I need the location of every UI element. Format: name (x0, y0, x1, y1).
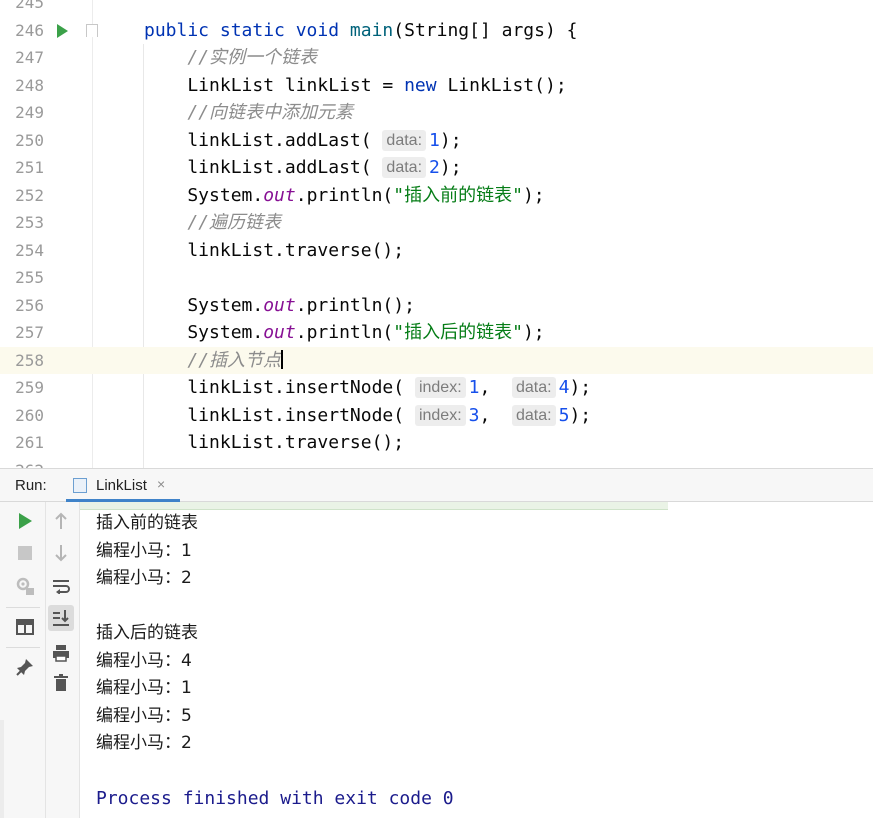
code-text: //实例一个链表 (187, 47, 318, 68)
code-text: linkList.insertNode( index: 1, data: 4); (144, 377, 592, 398)
code-text: System.out.println(); (144, 294, 415, 316)
trash-icon[interactable] (48, 670, 74, 696)
down-arrow-icon[interactable] (48, 540, 74, 566)
code-line[interactable]: 262 (0, 457, 873, 469)
console-line: 编程小马：2 (96, 568, 192, 588)
exit-message: Process finished with exit code 0 (96, 788, 454, 809)
line-number: 249 (15, 103, 44, 122)
run-tab-label: LinkList (96, 477, 147, 494)
method-fold-icon[interactable] (86, 24, 98, 37)
console-output[interactable]: 插入前的链表 编程小马：1 编程小马：2 插入后的链表 编程小马：4 编程小马：1 编程小马… (80, 502, 873, 818)
code-text: public static void main(String[] args) { (144, 19, 578, 41)
run-label: Run: (15, 477, 47, 494)
code-line[interactable]: 252 System.out.println("插入前的链表"); (0, 182, 873, 210)
pin-icon[interactable] (12, 654, 38, 680)
line-number: 254 (15, 240, 44, 260)
console-line: 插入前的链表 (96, 513, 198, 533)
line-number: 261 (15, 433, 44, 452)
line-number: 259 (15, 378, 44, 397)
left-edge-strip (0, 720, 4, 818)
layout-icon[interactable] (12, 614, 38, 640)
code-line[interactable]: 254 linkList.traverse(); (0, 237, 873, 265)
code-line[interactable]: 253 //遍历链表 (0, 209, 873, 237)
code-text: linkList.addLast( data: 1); (144, 129, 462, 151)
code-line[interactable]: 249 //向链表中添加元素 (0, 99, 873, 127)
line-number: 252 (15, 185, 44, 205)
console-hidden-line (80, 502, 668, 510)
rerun-icon[interactable] (12, 508, 38, 534)
class-file-icon (73, 478, 87, 493)
line-number: 250 (15, 130, 44, 150)
code-text: //插入节点 (187, 349, 283, 371)
toolbar-separator (6, 607, 40, 608)
code-line[interactable]: 251 linkList.addLast( data: 2); (0, 154, 873, 182)
code-line[interactable]: 246 public static void main(String[] args… (0, 17, 873, 45)
line-number: 255 (15, 268, 44, 287)
code-line[interactable]: 256 System.out.println(); (0, 292, 873, 320)
code-line[interactable]: 247 //实例一个链表 (0, 44, 873, 72)
code-text: linkList.insertNode( index: 3, data: 5); (144, 404, 592, 426)
close-tab-icon[interactable]: × (157, 476, 165, 492)
code-line[interactable]: 258 //插入节点 (0, 346, 873, 374)
console-toolbar (46, 502, 80, 818)
code-line[interactable]: 255 (0, 264, 873, 292)
code-line[interactable]: 257 System.out.println("插入后的链表"); (0, 319, 873, 347)
line-number: 258 (15, 350, 44, 370)
settings-icon[interactable] (12, 573, 38, 599)
code-text: LinkList linkList = new LinkList(); (144, 74, 567, 96)
code-text: //向链表中添加元素 (187, 102, 354, 123)
line-number: 245 (15, 0, 44, 12)
code-text: //遍历链表 (187, 212, 282, 233)
line-number: 253 (15, 213, 44, 232)
console-line: 编程小马：1 (96, 540, 192, 561)
code-text: linkList.traverse(); (144, 432, 405, 453)
toolbar-separator (6, 647, 40, 648)
code-text: System.out.println("插入前的链表"); (144, 184, 545, 206)
soft-wrap-icon[interactable] (48, 573, 74, 599)
up-arrow-icon[interactable] (48, 508, 74, 534)
console-line: 编程小马：4 (96, 650, 192, 671)
line-number: 246 (15, 20, 44, 40)
code-line[interactable]: 248 LinkList linkList = new LinkList(); (0, 72, 873, 100)
scroll-to-end-icon[interactable] (48, 605, 74, 631)
line-number: 251 (15, 158, 44, 177)
console-line: 编程小马：1 (96, 678, 192, 698)
line-number: 247 (15, 48, 44, 67)
line-number: 257 (15, 323, 44, 342)
console-line: 编程小马：5 (96, 705, 192, 726)
line-number: 262 (0, 457, 44, 469)
line-number: 248 (15, 75, 44, 95)
run-tool-window-header: Run: LinkList × (0, 468, 873, 502)
run-main-icon[interactable] (57, 24, 68, 38)
run-tab-linklist[interactable]: LinkList × (66, 469, 180, 502)
code-text: linkList.traverse(); (144, 239, 405, 261)
line-number: 256 (15, 295, 44, 315)
run-toolbar (0, 502, 46, 818)
code-line[interactable]: 245 (0, 0, 873, 17)
code-line[interactable]: 250 linkList.addLast( data: 1); (0, 127, 873, 155)
code-line[interactable]: 260 linkList.insertNode( index: 3, data: 5… (0, 402, 873, 430)
code-text: System.out.println("插入后的链表"); (144, 322, 545, 343)
code-text: linkList.addLast( data: 2); (144, 157, 462, 178)
code-line[interactable]: 259 linkList.insertNode( index: 1, data: 4… (0, 374, 873, 402)
line-number: 260 (15, 405, 44, 425)
console-line: 插入后的链表 (96, 623, 198, 643)
code-line[interactable]: 261 linkList.traverse(); (0, 429, 873, 457)
console-line: 编程小马：2 (96, 733, 192, 753)
print-icon[interactable] (48, 640, 74, 666)
code-editor[interactable]: 245 246 public static void main(String[] a… (0, 0, 873, 468)
stop-icon[interactable] (12, 540, 38, 566)
